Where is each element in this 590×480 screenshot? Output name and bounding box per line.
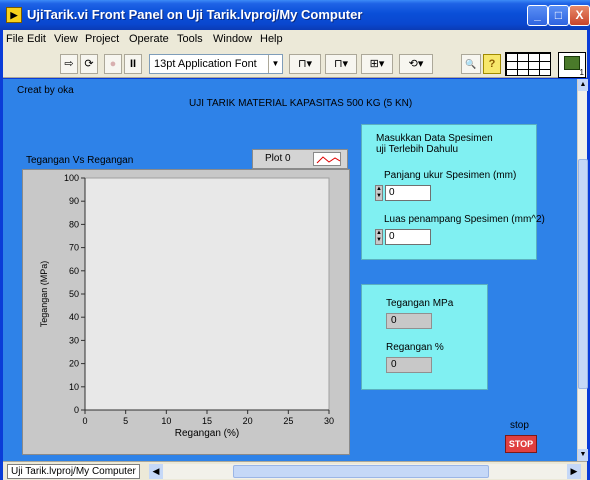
length-input[interactable]: 0 [385, 185, 431, 201]
menu-project[interactable]: Project [85, 33, 119, 45]
font-dropdown-value: 13pt Application Font [154, 58, 257, 70]
x-axis-label: Regangan (%) [175, 428, 239, 439]
y-tick-label: 0 [74, 405, 79, 415]
scroll-up-icon[interactable]: ▲ [578, 79, 588, 91]
resize-objects-icon[interactable]: ⊞▾ [361, 54, 393, 74]
menu-view[interactable]: View [54, 33, 78, 45]
y-tick-label: 60 [69, 266, 79, 276]
y-tick-label: 80 [69, 219, 79, 229]
result-output-group: Tegangan MPa 0 Regangan % 0 [361, 284, 488, 390]
vi-icon[interactable]: 1 [558, 52, 586, 78]
menu-window[interactable]: Window [213, 33, 252, 45]
length-label: Panjang ukur Spesimen (mm) [384, 170, 517, 181]
help-icon[interactable]: ? [483, 54, 501, 74]
menu-file[interactable]: File [6, 33, 24, 45]
abort-icon[interactable]: ● [104, 54, 122, 74]
y-tick-label: 50 [69, 289, 79, 299]
y-tick-label: 10 [69, 382, 79, 392]
align-objects-icon[interactable]: ⊓▾ [289, 54, 321, 74]
length-spinner[interactable]: ▲ ▼ [375, 185, 383, 201]
front-panel: Creat by oka UJI TARIK MATERIAL KAPASITA… [3, 79, 577, 461]
stop-button[interactable]: STOP [505, 435, 537, 453]
y-tick-label: 30 [69, 335, 79, 345]
stress-indicator: 0 [386, 313, 432, 329]
window-title: UjiTarik.vi Front Panel on Uji Tarik.lvp… [27, 7, 363, 22]
toolbar: ⇨ ⟳ ● II 13pt Application Font ▼ ⊓▾ ⊓▾ ⊞… [3, 50, 587, 78]
plot-line-swatch-icon [313, 152, 341, 166]
x-tick-label: 10 [161, 416, 171, 426]
author-label: Creat by oka [17, 85, 74, 96]
connector-pane-icon[interactable] [505, 52, 551, 76]
x-tick-label: 15 [202, 416, 212, 426]
input-heading-line1: Masukkan Data Spesimen [376, 133, 493, 144]
stop-label: stop [510, 420, 529, 431]
y-tick-label: 90 [69, 196, 79, 206]
y-tick-label: 40 [69, 312, 79, 322]
x-tick-label: 0 [82, 416, 87, 426]
font-dropdown[interactable]: 13pt Application Font ▼ [149, 54, 283, 74]
window: ▶ UjiTarik.vi Front Panel on Uji Tarik.l… [0, 0, 590, 480]
vertical-scrollbar[interactable]: ▲ ▼ [577, 79, 588, 461]
project-path: Uji Tarik.lvproj/My Computer [7, 464, 140, 479]
run-arrow-icon[interactable]: ⇨ [60, 54, 78, 74]
horizontal-scrollbar[interactable]: ◀ ▶ [149, 464, 581, 479]
menu-tools[interactable]: Tools [177, 33, 203, 45]
pause-icon[interactable]: II [124, 54, 142, 74]
vi-icon-image [564, 56, 580, 70]
x-tick-label: 20 [243, 416, 253, 426]
specimen-input-group: Masukkan Data Spesimen uji Terlebih Dahu… [361, 124, 545, 260]
plot-legend-label: Plot 0 [265, 153, 291, 164]
x-tick-label: 5 [123, 416, 128, 426]
area-spinner[interactable]: ▲ ▼ [375, 229, 383, 245]
strain-label: Regangan % [386, 342, 444, 353]
status-bar: Uji Tarik.lvproj/My Computer ◀ ▶ [3, 461, 587, 480]
y-tick-label: 70 [69, 243, 79, 253]
minimize-button[interactable]: _ [527, 5, 548, 26]
search-icon[interactable]: 🔍 [461, 54, 481, 74]
x-tick-label: 25 [283, 416, 293, 426]
instance-count: 1 [579, 68, 584, 77]
title-bar[interactable]: ▶ UjiTarik.vi Front Panel on Uji Tarik.l… [0, 0, 590, 30]
stress-label: Tegangan MPa [386, 298, 454, 309]
y-tick-label: 100 [64, 173, 79, 183]
vertical-scroll-thumb[interactable] [578, 159, 588, 389]
scroll-left-icon[interactable]: ◀ [149, 464, 163, 479]
labview-icon[interactable]: ▶ [6, 7, 22, 23]
menu-help[interactable]: Help [260, 33, 283, 45]
close-button[interactable]: X [569, 5, 590, 26]
menu-edit[interactable]: Edit [27, 33, 46, 45]
input-heading-line2: uji Terlebih Dahulu [376, 144, 459, 155]
chevron-down-icon: ▼ [268, 55, 282, 73]
area-input[interactable]: 0 [385, 229, 431, 245]
reorder-icon[interactable]: ⟲▾ [399, 54, 433, 74]
panel-heading: UJI TARIK MATERIAL KAPASITAS 500 KG (5 K… [189, 98, 413, 109]
y-tick-label: 20 [69, 359, 79, 369]
maximize-button[interactable]: □ [548, 5, 569, 26]
scroll-down-icon[interactable]: ▼ [578, 449, 588, 461]
graph-canvas: 0 10 20 30 40 50 60 70 80 90 100 0 5 10 15 20 25 30 Regang… [39, 173, 334, 439]
run-continuously-icon[interactable]: ⟳ [80, 54, 98, 74]
menu-operate[interactable]: Operate [129, 33, 169, 45]
plot-legend[interactable]: Plot 0 [252, 149, 348, 169]
graph-title: Tegangan Vs Regangan [26, 155, 134, 166]
menu-bar: File Edit View Project Operate Tools Win… [3, 30, 587, 50]
area-label: Luas penampang Spesimen (mm^2) [384, 214, 545, 225]
y-axis-label: Tegangan (MPa) [39, 261, 49, 328]
plot-area [84, 177, 330, 411]
xy-graph[interactable]: 0 10 20 30 40 50 60 70 80 90 100 0 5 10 15 20 25 30 Regang… [22, 169, 350, 455]
horizontal-scroll-thumb[interactable] [233, 465, 489, 478]
distribute-objects-icon[interactable]: ⊓▾ [325, 54, 357, 74]
strain-indicator: 0 [386, 357, 432, 373]
scroll-right-icon[interactable]: ▶ [567, 464, 581, 479]
x-tick-label: 30 [324, 416, 334, 426]
